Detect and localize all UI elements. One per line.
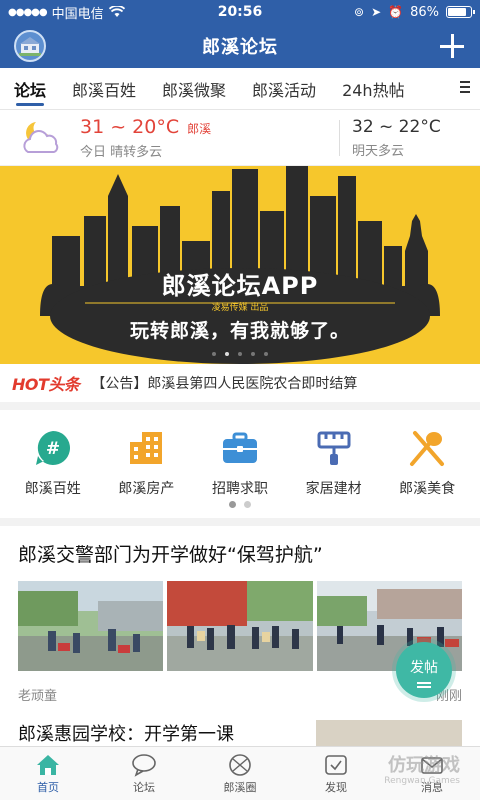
tab-langxi-gathering[interactable]: 郎溪微聚 <box>162 68 226 110</box>
tab-langxi-events[interactable]: 郎溪活动 <box>252 68 316 110</box>
post-title: 郎溪交警部门为开学做好“保驾护航” <box>18 544 323 566</box>
paint-roller-icon <box>314 428 354 468</box>
weather-city: 郎溪 <box>187 121 212 136</box>
tab-langxi-people[interactable]: 郎溪百姓 <box>72 68 136 110</box>
quick-link-jobs[interactable]: 招聘求职 <box>193 428 287 497</box>
quick-link-langxi-food[interactable]: 郎溪美食 <box>380 428 474 497</box>
banner-pagination <box>0 352 480 356</box>
post-images <box>18 581 462 671</box>
battery-icon <box>446 6 475 18</box>
menu-lines-icon <box>417 681 431 684</box>
hash-icon: # <box>33 428 73 468</box>
post-image <box>167 581 313 671</box>
tab-24h-hot[interactable]: 24h热帖 <box>342 68 405 110</box>
promo-banner[interactable]: 郎溪论坛APP 凌易传媒 出品 玩转郎溪，有我就够了。 <box>0 166 480 364</box>
post-author: 老顽童 <box>18 689 58 704</box>
chat-icon <box>132 753 156 777</box>
banner-slogan: 玩转郎溪，有我就够了。 <box>129 320 350 342</box>
tomorrow-temperature: 32 ~ 22°C <box>352 116 441 137</box>
today-description: 今日 晴转多云 <box>80 144 163 160</box>
bottom-tab-discover[interactable]: 发现 <box>288 747 384 800</box>
app-root: ●●●●● 中国电信 20:56 ⊚ ➤ ⏰ 86% 郎溪论坛 论坛 郎溪百姓 … <box>0 0 480 800</box>
svg-text:#: # <box>46 439 60 459</box>
building-icon <box>126 428 166 468</box>
top-nav-bar: 郎溪论坛 <box>0 24 480 68</box>
channel-tabs: 论坛 郎溪百姓 郎溪微聚 郎溪活动 24h热帖 <box>0 68 480 110</box>
quick-links-pagination <box>0 496 480 526</box>
today-temperature: 31 ~ 20°C <box>80 115 180 138</box>
pagination-dot <box>238 352 242 356</box>
quick-link-home-building[interactable]: 家居建材 <box>287 428 381 497</box>
clock: 20:56 <box>217 4 263 20</box>
hot-headline-tag: HOT头条 <box>12 375 80 394</box>
bottom-tab-home[interactable]: 首页 <box>0 747 96 800</box>
status-bar: ●●●●● 中国电信 20:56 ⊚ ➤ ⏰ 86% <box>0 0 480 24</box>
moon-cloud-icon <box>18 118 66 158</box>
home-icon <box>37 754 59 775</box>
plus-icon[interactable] <box>438 32 466 60</box>
quick-links: # 郎溪百姓 郎溪房产 招聘求职 家居建材 郎溪美食 <box>0 410 480 497</box>
page-title: 郎溪论坛 <box>202 37 278 58</box>
watermark: 仿玩游戏 Rengwan Games <box>384 755 460 786</box>
pagination-dot <box>225 352 229 356</box>
banner-title: 郎溪论坛APP <box>161 272 319 300</box>
quick-link-langxi-people[interactable]: # 郎溪百姓 <box>6 428 100 497</box>
tab-forum[interactable]: 论坛 <box>14 68 46 110</box>
pagination-dot <box>251 352 255 356</box>
weather-widget[interactable]: 31 ~ 20°C 郎溪 今日 晴转多云 32 ~ 22°C 明天多云 <box>0 110 480 166</box>
quick-link-langxi-realestate[interactable]: 郎溪房产 <box>100 428 194 497</box>
new-post-button[interactable]: 发帖 <box>396 642 452 698</box>
notice-text: 【公告】郎溪县第四人民医院农合即时结算 <box>91 376 358 392</box>
pagination-dot <box>264 352 268 356</box>
circle-icon <box>229 753 251 776</box>
pagination-dot <box>212 352 216 356</box>
bottom-tab-forum[interactable]: 论坛 <box>96 747 192 800</box>
headline-notice[interactable]: HOT头条 【公告】郎溪县第四人民医院农合即时结算 <box>0 364 480 410</box>
discover-icon <box>325 754 347 775</box>
forum-logo-icon[interactable] <box>14 30 46 62</box>
tab-menu-icon[interactable] <box>456 81 470 95</box>
briefcase-icon <box>220 428 260 468</box>
post-image <box>18 581 164 671</box>
bottom-tab-circle[interactable]: 郎溪圈 <box>192 747 288 800</box>
utensils-icon <box>407 428 447 468</box>
tomorrow-description: 明天多云 <box>352 143 405 159</box>
banner-publisher: 凌易传媒 出品 <box>211 303 269 313</box>
